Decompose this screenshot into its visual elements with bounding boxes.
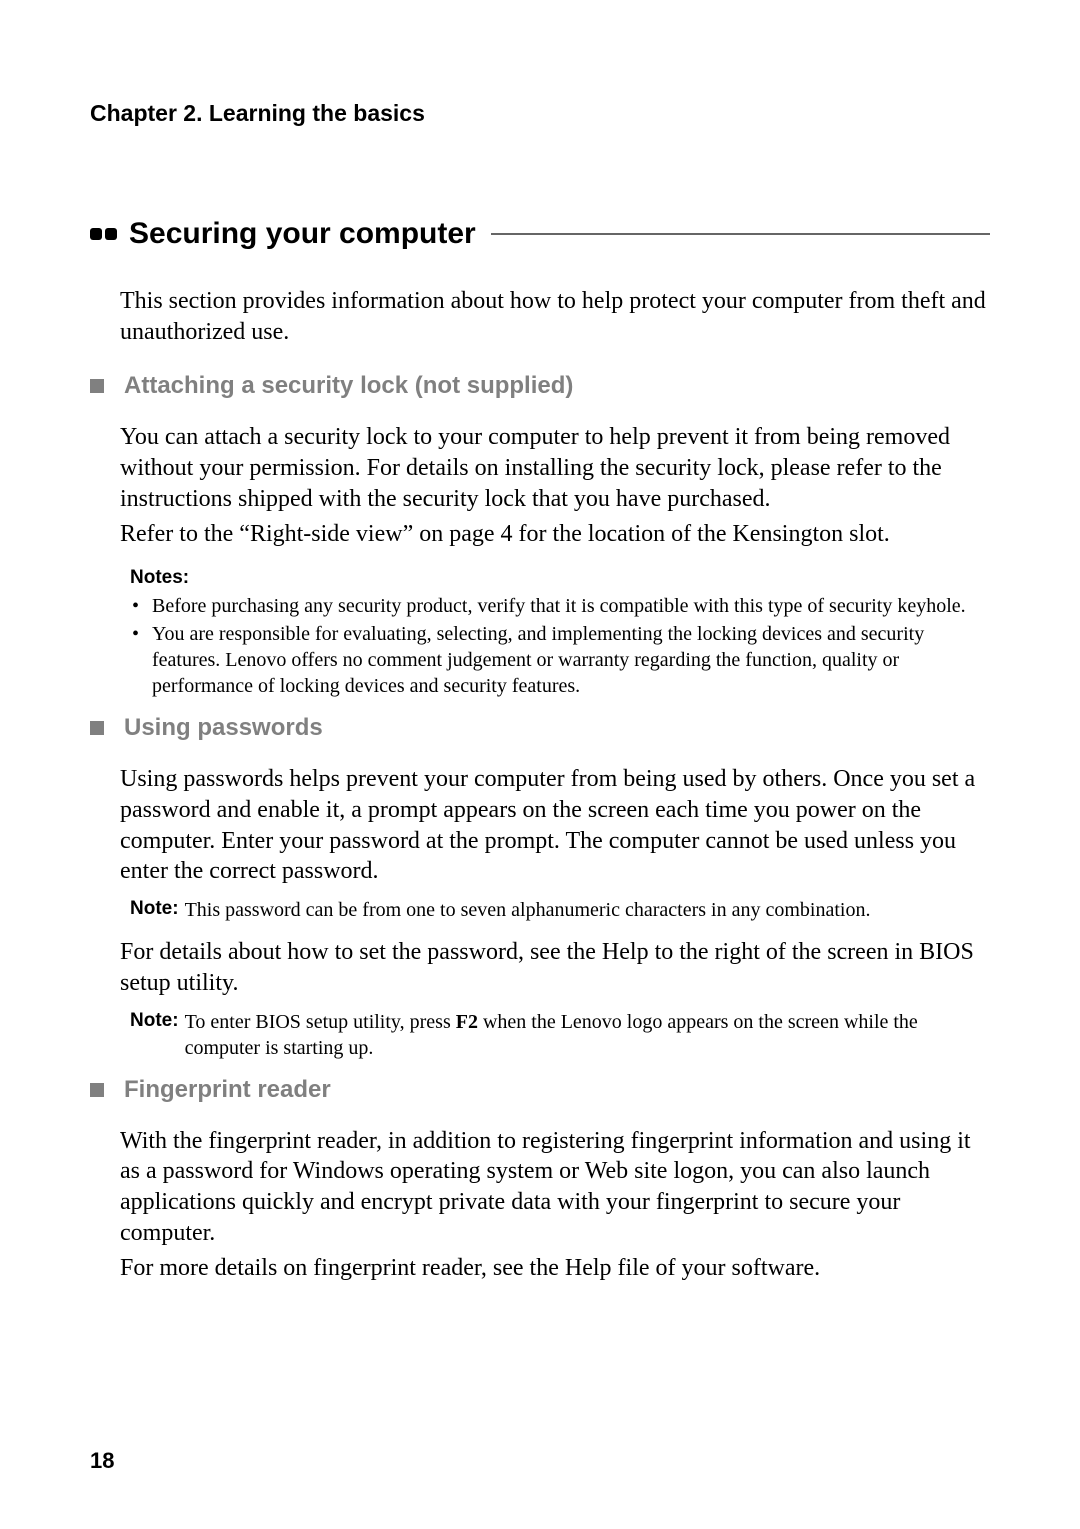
note-label: Note: <box>130 897 179 923</box>
note-text: To enter BIOS setup utility, press F2 wh… <box>185 1009 990 1061</box>
note-item: • You are responsible for evaluating, se… <box>130 621 990 699</box>
subheading-row: Fingerprint reader <box>90 1076 990 1104</box>
notes-block: Notes: • Before purchasing any security … <box>130 567 990 699</box>
bullet-icon <box>90 228 102 240</box>
inline-note: Note: To enter BIOS setup utility, press… <box>130 1009 990 1061</box>
square-bullet-icon <box>90 1083 104 1097</box>
subheading: Attaching a security lock (not supplied) <box>124 372 573 400</box>
page-number: 18 <box>90 1448 114 1474</box>
subheading: Fingerprint reader <box>124 1076 331 1104</box>
subheading-row: Using passwords <box>90 714 990 742</box>
note-text-part: To enter BIOS setup utility, press <box>185 1011 456 1033</box>
chapter-header: Chapter 2. Learning the basics <box>90 100 990 127</box>
intro-paragraph: This section provides information about … <box>120 286 990 347</box>
body-paragraph: For details about how to set the passwor… <box>120 937 990 998</box>
body-paragraph: For more details on fingerprint reader, … <box>120 1253 990 1284</box>
body-paragraph: With the fingerprint reader, in addition… <box>120 1126 990 1249</box>
subheading: Using passwords <box>124 714 323 742</box>
heading-rule <box>491 233 990 235</box>
note-item: • Before purchasing any security product… <box>130 593 990 619</box>
subheading-row: Attaching a security lock (not supplied) <box>90 372 990 400</box>
note-text: Before purchasing any security product, … <box>152 593 990 619</box>
heading-bullets <box>90 228 117 240</box>
main-heading: Securing your computer <box>129 217 476 251</box>
note-text: This password can be from one to seven a… <box>185 897 990 923</box>
body-paragraph: You can attach a security lock to your c… <box>120 422 990 514</box>
inline-note: Note: This password can be from one to s… <box>130 897 990 923</box>
note-text: You are responsible for evaluating, sele… <box>152 621 990 699</box>
body-paragraph: Using passwords helps prevent your compu… <box>120 764 990 887</box>
keycap: F2 <box>456 1011 478 1033</box>
square-bullet-icon <box>90 721 104 735</box>
square-bullet-icon <box>90 379 104 393</box>
note-label: Note: <box>130 1009 179 1061</box>
bullet-dot-icon: • <box>130 593 152 619</box>
main-heading-row: Securing your computer <box>90 217 990 251</box>
body-paragraph: Refer to the “Right-side view” on page 4… <box>120 519 990 550</box>
bullet-dot-icon: • <box>130 621 152 699</box>
notes-label: Notes: <box>130 567 990 589</box>
bullet-icon <box>105 228 117 240</box>
